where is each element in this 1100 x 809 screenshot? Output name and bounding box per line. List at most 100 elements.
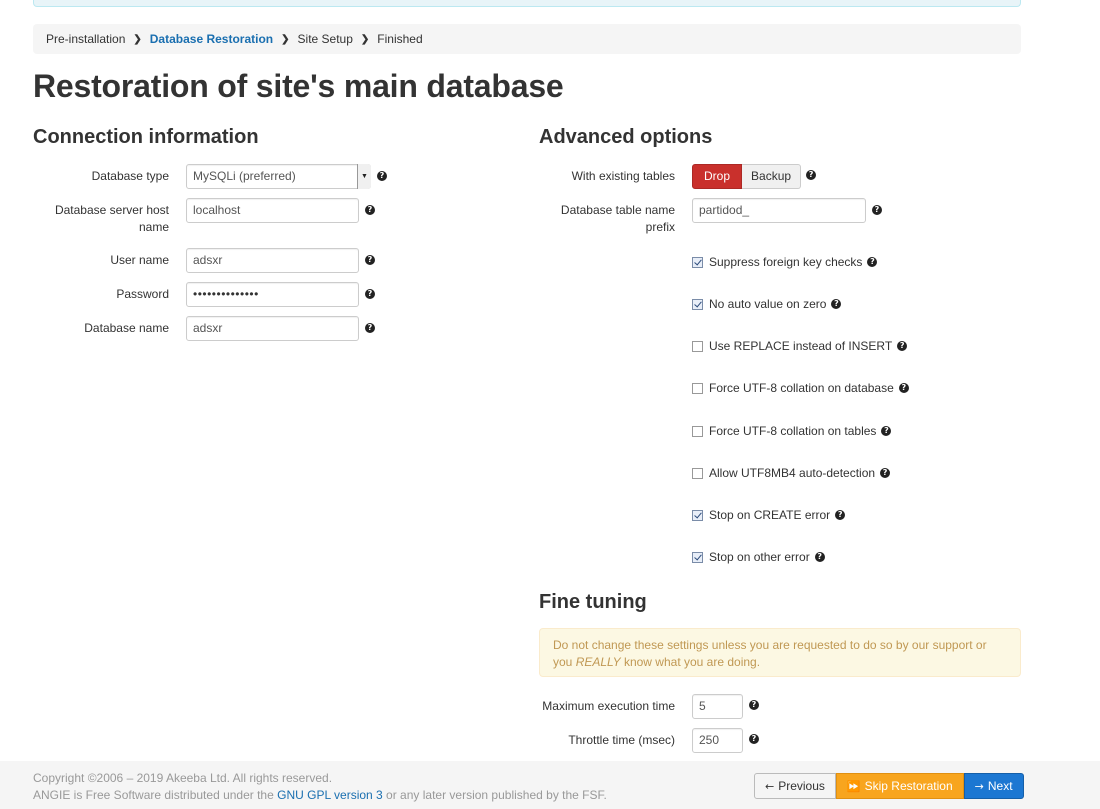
footer-text: Copyright ©2006 – 2019 Akeeba Ltd. All r… <box>33 770 607 804</box>
prefix-input[interactable]: partidod_ <box>692 198 866 223</box>
option-label: Stop on CREATE error <box>709 508 831 522</box>
help-icon[interactable]: ? <box>835 510 846 520</box>
arrow-left-icon: ← <box>765 780 775 793</box>
previous-label: Previous <box>778 779 825 793</box>
license-text: ANGIE is Free Software distributed under… <box>33 787 607 804</box>
gpl-link[interactable]: GNU GPL version 3 <box>277 788 383 802</box>
checkbox[interactable] <box>692 467 703 479</box>
chevron-right-icon: ❯ <box>360 33 370 45</box>
help-icon[interactable]: ? <box>881 426 892 436</box>
prefix-label-line1: Database table name <box>560 203 675 217</box>
option-stop-create-error[interactable]: Stop on CREATE error ? <box>692 508 846 522</box>
help-icon[interactable]: ? <box>814 552 825 562</box>
warning-text: you <box>553 655 576 669</box>
help-icon[interactable]: ? <box>867 257 878 267</box>
page-title: Restoration of site's main database <box>33 68 564 104</box>
option-suppress-fk[interactable]: Suppress foreign key checks ? <box>692 255 878 269</box>
throttle-input[interactable]: 250 <box>692 728 743 753</box>
help-icon[interactable]: ? <box>749 734 759 744</box>
next-label: Next <box>987 779 1013 793</box>
help-icon[interactable]: ? <box>897 341 908 351</box>
help-icon[interactable]: ? <box>831 299 842 309</box>
drop-button[interactable]: Drop <box>692 164 743 189</box>
previous-button[interactable]: ← Previous <box>754 773 836 799</box>
checkbox[interactable] <box>692 551 703 563</box>
max-exec-input[interactable]: 5 <box>692 694 743 719</box>
prefix-label-line2: prefix <box>645 220 675 234</box>
chevron-right-icon: ❯ <box>133 33 142 45</box>
password-label: Password <box>116 287 169 301</box>
existing-tables-row: With existing tables Drop Backup ? <box>539 164 817 189</box>
option-label: Force UTF-8 collation on tables <box>709 424 877 438</box>
existing-tables-toggle: Drop Backup <box>692 164 802 189</box>
warning-line1: Do not change these settings unless you … <box>553 638 987 652</box>
advanced-section-title: Advanced options <box>539 126 713 148</box>
license-prefix: ANGIE is Free Software distributed under… <box>33 788 278 802</box>
max-exec-row: Maximum execution time 5 ? <box>539 694 759 719</box>
option-stop-other-error[interactable]: Stop on other error ? <box>692 550 825 564</box>
help-icon[interactable]: ? <box>365 323 375 333</box>
option-force-utf8-db[interactable]: Force UTF-8 collation on database ? <box>692 381 909 395</box>
help-icon[interactable]: ? <box>898 383 909 393</box>
skip-label: Skip Restoration <box>864 779 953 793</box>
db-name-row: Database name adsxr ? <box>33 316 375 341</box>
db-type-value: MySQLi (preferred) <box>186 164 371 189</box>
navigation-buttons: ← Previous ⏩ Skip Restoration → Next <box>754 773 1024 799</box>
help-icon[interactable]: ? <box>872 205 882 215</box>
db-type-select[interactable]: MySQLi (preferred) ▼ <box>186 164 371 189</box>
copyright-text: Copyright ©2006 – 2019 Akeeba Ltd. All r… <box>33 771 333 785</box>
prefix-row: Database table name prefix partidod_ ? <box>539 198 882 236</box>
breadcrumb-database-restoration[interactable]: Database Restoration <box>150 32 273 46</box>
option-label: Use REPLACE instead of INSERT <box>709 339 893 353</box>
connection-section-title: Connection information <box>33 126 259 148</box>
checkbox[interactable] <box>692 382 703 394</box>
checkbox[interactable] <box>692 340 703 352</box>
option-use-replace[interactable]: Use REPLACE instead of INSERT ? <box>692 339 908 353</box>
db-type-label: Database type <box>91 169 169 183</box>
checkbox[interactable] <box>692 298 703 310</box>
checkbox[interactable] <box>692 509 703 521</box>
option-utf8mb4[interactable]: Allow UTF8MB4 auto-detection ? <box>692 466 891 480</box>
help-icon[interactable]: ? <box>880 468 891 478</box>
db-name-input[interactable]: adsxr <box>186 316 359 341</box>
top-alert-strip <box>33 0 1021 7</box>
user-name-input[interactable]: adsxr <box>186 248 359 273</box>
help-icon[interactable]: ? <box>365 255 375 265</box>
existing-tables-label: With existing tables <box>571 169 675 183</box>
option-label: No auto value on zero <box>709 297 827 311</box>
option-force-utf8-tables[interactable]: Force UTF-8 collation on tables ? <box>692 424 892 438</box>
next-button[interactable]: → Next <box>963 773 1024 799</box>
db-type-row: Database type MySQLi (preferred) ▼ ? <box>33 164 387 189</box>
max-exec-label: Maximum execution time <box>542 699 675 713</box>
warning-line2: you REALLY know what you are doing. <box>553 654 1007 671</box>
fast-forward-icon: ⏩ <box>846 780 861 793</box>
help-icon[interactable]: ? <box>749 700 759 710</box>
dropdown-arrow-icon[interactable]: ▼ <box>357 164 371 189</box>
help-icon[interactable]: ? <box>806 170 817 180</box>
chevron-right-icon: ❯ <box>281 33 290 45</box>
breadcrumb-site-setup[interactable]: Site Setup <box>298 32 353 46</box>
backup-button[interactable]: Backup <box>742 164 802 189</box>
option-label: Allow UTF8MB4 auto-detection <box>709 466 876 480</box>
checkbox[interactable] <box>692 256 703 268</box>
arrow-right-icon: → <box>974 780 984 793</box>
breadcrumb-pre-installation[interactable]: Pre-installation <box>46 32 125 46</box>
fine-tuning-title: Fine tuning <box>539 591 647 613</box>
warning-emphasis: REALLY <box>575 655 621 669</box>
help-icon[interactable]: ? <box>377 171 387 181</box>
option-no-auto-value[interactable]: No auto value on zero ? <box>692 297 842 311</box>
throttle-row: Throttle time (msec) 250 ? <box>539 728 759 753</box>
prefix-label: Database table name prefix <box>539 198 675 236</box>
db-host-label: Database server host name <box>33 198 169 236</box>
user-name-row: User name adsxr ? <box>33 248 375 273</box>
help-icon[interactable]: ? <box>365 289 375 299</box>
help-icon[interactable]: ? <box>365 205 375 215</box>
checkbox[interactable] <box>692 425 703 437</box>
db-name-label: Database name <box>84 321 169 335</box>
password-input[interactable]: •••••••••••••• <box>186 282 359 307</box>
breadcrumb-finished[interactable]: Finished <box>377 32 422 46</box>
skip-restoration-button[interactable]: ⏩ Skip Restoration <box>835 773 964 799</box>
db-host-input[interactable]: localhost <box>186 198 359 223</box>
db-host-label-line2: name <box>138 220 169 234</box>
fine-tuning-warning: Do not change these settings unless you … <box>539 628 1021 677</box>
